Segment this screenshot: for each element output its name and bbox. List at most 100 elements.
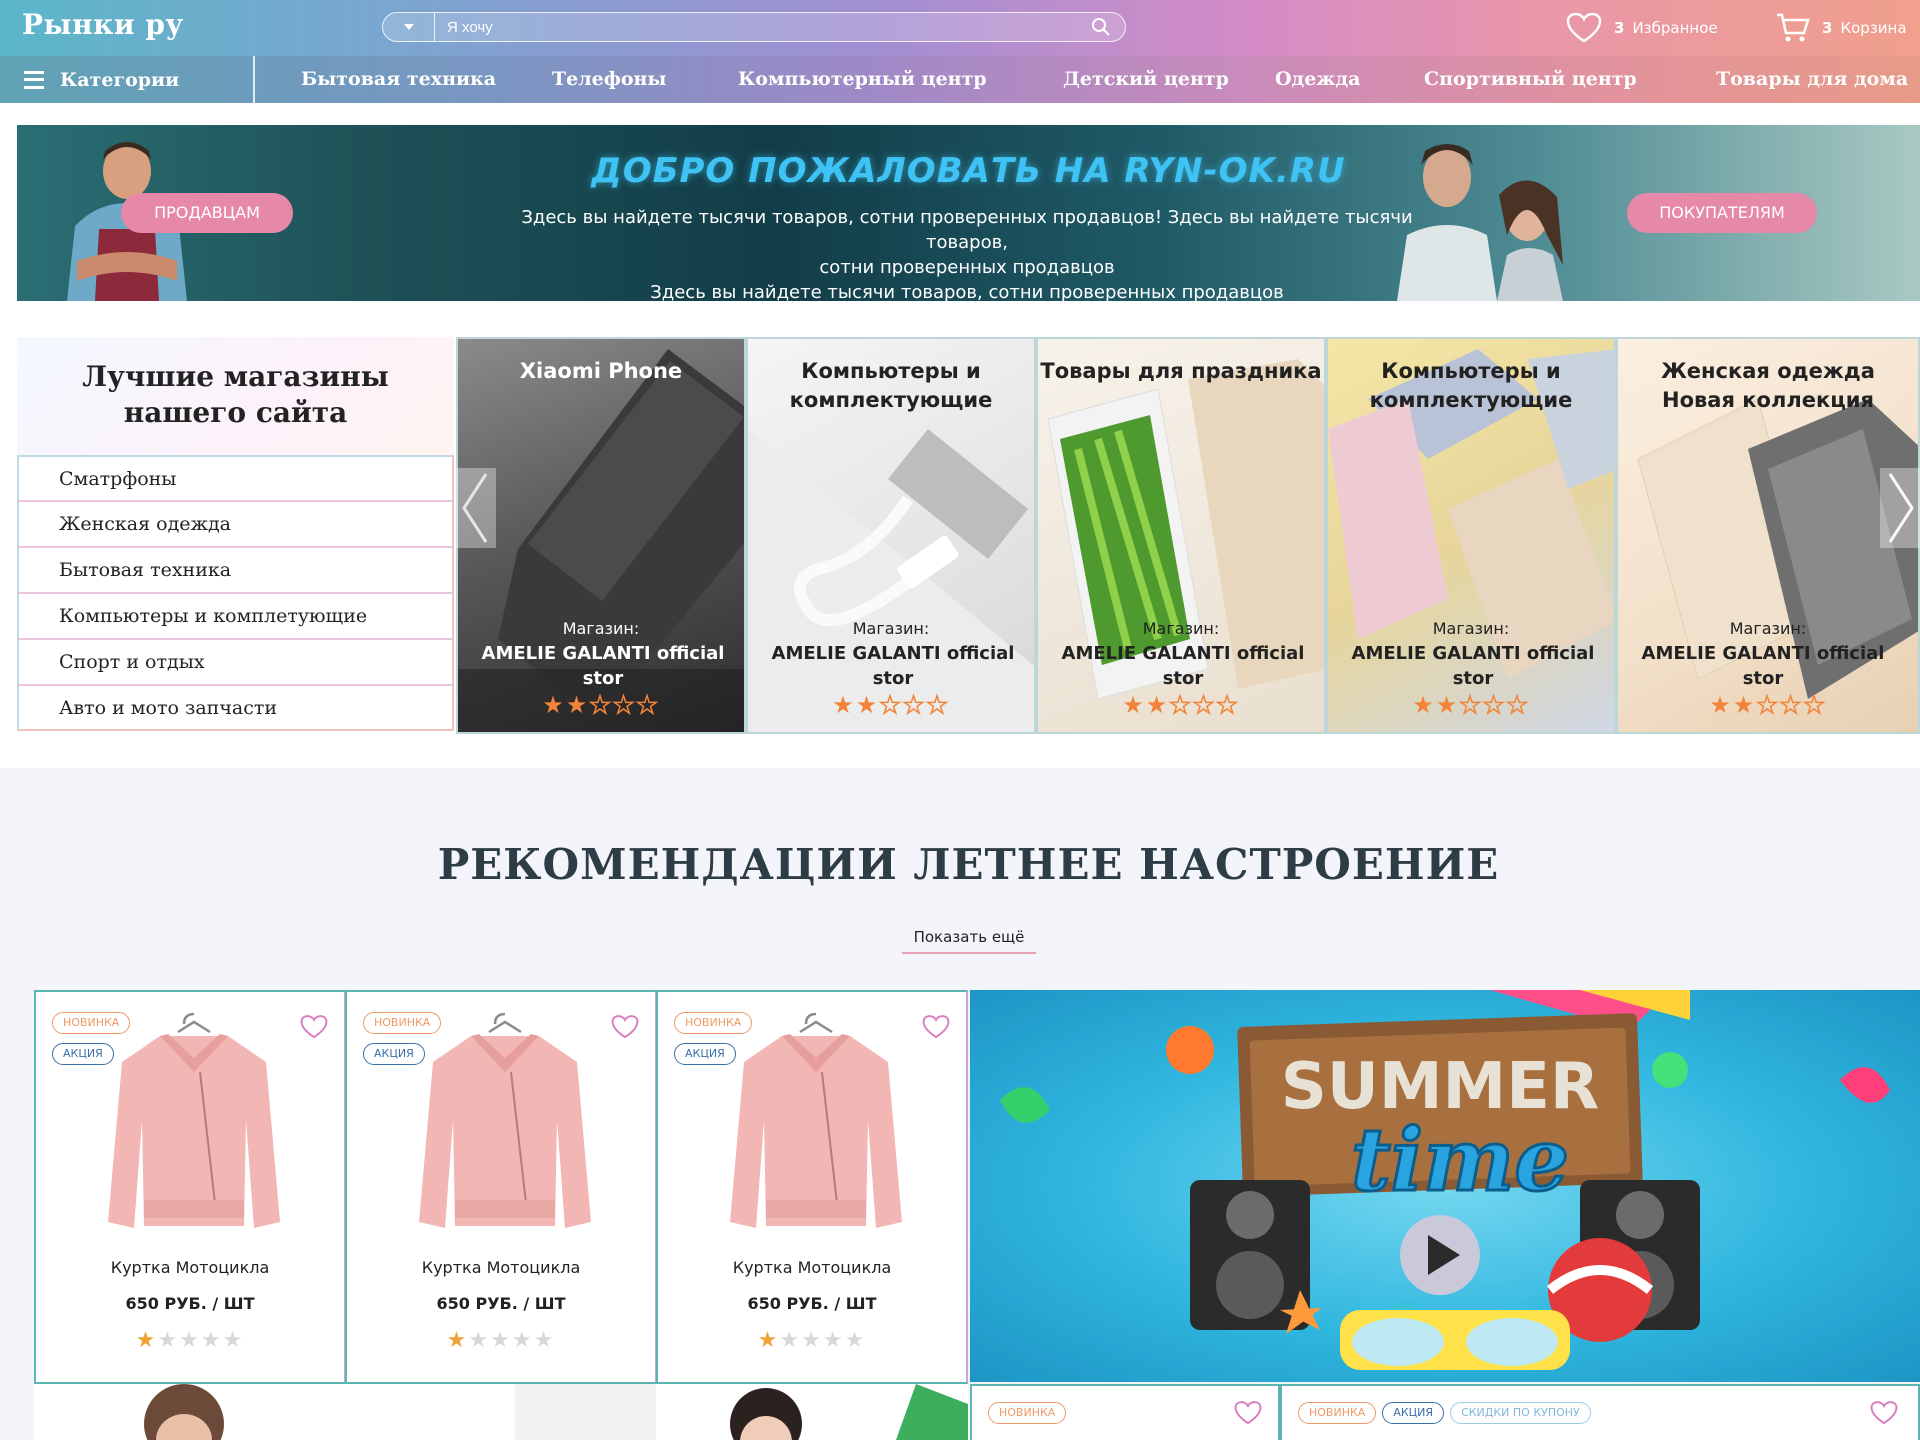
shop-card-name-line: stor: [582, 668, 624, 689]
product-price: 650 РУБ. / ШТ: [436, 1294, 566, 1313]
banner-text-line: Здесь вы найдете тысячи товаров, сотни п…: [521, 207, 1413, 253]
categories-button[interactable]: Категории: [0, 56, 255, 103]
site-logo[interactable]: Рынки ру: [22, 8, 184, 41]
cart-icon: [1777, 13, 1810, 42]
shop-card-name-line: AMELIE GALANTI official: [1641, 643, 1885, 664]
chevron-right-icon: [1888, 473, 1914, 543]
shop-card-title: Компьютеры и комплектующие: [748, 357, 1034, 415]
favorites-count: 3: [1614, 19, 1625, 37]
star-icon: ★: [1732, 691, 1757, 719]
shop-card-label: Магазин:: [1432, 619, 1510, 638]
chevron-down-icon: [403, 24, 414, 30]
product-tags: НОВИНКА АКЦИЯ СКИДКИ ПО КУПОНУ: [1298, 1402, 1591, 1433]
jacket-image: [108, 1012, 280, 1228]
product-card[interactable]: НОВИНКА АКЦИЯ Куртка Мотоцикла 650 РУБ. …: [656, 990, 968, 1384]
shop-category-item[interactable]: Бытовая техника: [17, 547, 454, 593]
promo-partial[interactable]: [345, 1384, 657, 1440]
summer-promo-banner[interactable]: SUMMER time: [970, 990, 1920, 1382]
shop-card[interactable]: Компьютеры и комплектующие Магазин: AMEL…: [746, 337, 1036, 734]
nav-item-computers[interactable]: Компьютерный центр: [738, 68, 987, 90]
product-rating: ★★★★★: [347, 1328, 655, 1353]
jacket-image: [419, 1012, 591, 1228]
product-name: Куртка Мотоцикла: [110, 1258, 270, 1277]
star-icon: ★: [468, 1328, 491, 1353]
star-icon: ★: [1482, 690, 1507, 720]
star-icon: ★: [1145, 691, 1170, 719]
shop-card[interactable]: Xiaomi Phone Магазин: AMELIE GALANTI off…: [456, 337, 746, 734]
banner-title: ДОБРО ПОЖАЛОВАТЬ НА RYN-OK.RU: [591, 151, 1346, 191]
best-shops-title-line: Лучшие магазины: [82, 360, 389, 393]
shop-card-title: Xiaomi Phone: [519, 359, 683, 383]
search-category-dropdown[interactable]: [383, 13, 435, 41]
cart-label: Корзина: [1840, 19, 1907, 37]
shop-card-title-line: Новая коллекция: [1662, 388, 1874, 412]
carousel-prev-button[interactable]: [456, 468, 496, 548]
shop-card-title: Товары для праздника: [1040, 359, 1322, 383]
shop-card-rating: ★★★★★: [458, 690, 744, 720]
product-card[interactable]: НОВИНКА АКЦИЯ Куртка Мотоцикла 650 РУБ. …: [345, 990, 657, 1384]
new-badge: НОВИНКА: [1298, 1402, 1377, 1424]
product-card-partial[interactable]: НОВИНКА: [970, 1384, 1280, 1440]
favorites-link[interactable]: 3 Избранное: [1566, 10, 1718, 46]
shop-category-item[interactable]: Компьютеры и комплетующие: [17, 593, 454, 639]
heart-icon[interactable]: [922, 1014, 950, 1040]
product-name: Куртка Мотоцикла: [421, 1258, 581, 1277]
shop-card-label: Магазин:: [1729, 619, 1807, 638]
search-bar: [382, 12, 1126, 42]
sellers-button[interactable]: ПРОДАВЦАМ: [121, 193, 293, 233]
product-card-partial[interactable]: [656, 1384, 968, 1440]
product-card-partial[interactable]: [34, 1384, 346, 1440]
shop-card-name-line: AMELIE GALANTI official: [481, 643, 725, 664]
shop-card-name: AMELIE GALANTI official stor: [1048, 641, 1318, 691]
nav-item-phones[interactable]: Телефоны: [552, 68, 666, 90]
star-icon: ★: [1755, 690, 1780, 720]
heart-icon[interactable]: [611, 1014, 639, 1040]
heart-icon[interactable]: [1870, 1400, 1898, 1426]
product-rating: ★★★★★: [36, 1328, 344, 1353]
shop-card-title-line: Компьютеры и: [801, 359, 981, 383]
shop-card-title: Женская одежда Новая коллекция: [1618, 357, 1918, 415]
jacket-image: [730, 1012, 902, 1228]
shop-card-name: AMELIE GALANTI official stor: [1338, 641, 1608, 691]
star-icon: ★: [844, 1328, 867, 1353]
heart-icon[interactable]: [300, 1014, 328, 1040]
product-card[interactable]: НОВИНКА АКЦИЯ Куртка Мотоцикла 650 РУБ. …: [34, 990, 346, 1384]
star-icon: ★: [222, 1328, 245, 1353]
nav-item-kids[interactable]: Детский центр: [1063, 68, 1229, 90]
buyers-button[interactable]: ПОКУПАТЕЛЯМ: [1627, 193, 1817, 233]
product-price: 650 РУБ. / ШТ: [125, 1294, 255, 1313]
shop-card-name-line: stor: [1162, 668, 1204, 689]
star-icon: ★: [588, 690, 613, 720]
show-more-link[interactable]: Показать ещё: [902, 928, 1036, 954]
shop-category-item[interactable]: Авто и мото запчасти: [17, 685, 454, 731]
best-shops-title: Лучшие магазины нашего сайта: [17, 337, 454, 455]
nav-item-home[interactable]: Товары для дома: [1716, 68, 1908, 90]
star-icon: ★: [1216, 690, 1240, 720]
banner-text-line: сотни проверенных продавцов: [819, 257, 1115, 278]
shop-card-rating: ★★★★★: [1038, 690, 1324, 720]
shop-card[interactable]: Женская одежда Новая коллекция Магазин: …: [1616, 337, 1920, 734]
star-icon: ★: [757, 1328, 780, 1353]
search-icon[interactable]: [1091, 17, 1111, 37]
heart-icon[interactable]: [1234, 1400, 1262, 1426]
shop-category-item[interactable]: Женская одежда: [17, 501, 454, 547]
star-icon: ★: [157, 1328, 180, 1353]
nav-item-sports[interactable]: Спортивный центр: [1424, 68, 1637, 90]
shop-card-label: Магазин:: [852, 619, 930, 638]
recommendations-title: РЕКОМЕНДАЦИИ ЛЕТНЕЕ НАСТРОЕНИЕ: [437, 840, 1500, 889]
shop-card-name: AMELIE GALANTI official stor: [1628, 641, 1898, 691]
search-input[interactable]: [447, 16, 1047, 38]
top-header: Рынки ру 3 Избранное 3 Корзина: [0, 0, 1920, 56]
shop-card[interactable]: Товары для праздника Магазин: AMELIE GAL…: [1036, 337, 1326, 734]
chevron-left-icon: [462, 473, 488, 543]
nav-item-appliances[interactable]: Бытовая техника: [301, 68, 496, 90]
star-icon: ★: [878, 690, 903, 720]
shop-category-item[interactable]: Сматрфоны: [17, 455, 454, 501]
nav-item-clothes[interactable]: Одежда: [1275, 68, 1360, 90]
product-card-partial[interactable]: НОВИНКА АКЦИЯ СКИДКИ ПО КУПОНУ: [1280, 1384, 1920, 1440]
carousel-next-button[interactable]: [1880, 468, 1920, 548]
cart-link[interactable]: 3 Корзина: [1776, 10, 1907, 46]
shop-category-item[interactable]: Спорт и отдых: [17, 639, 454, 685]
shop-card[interactable]: Компьютеры и комплектующие Магазин: AMEL…: [1326, 337, 1616, 734]
model-photo: [730, 1384, 968, 1440]
